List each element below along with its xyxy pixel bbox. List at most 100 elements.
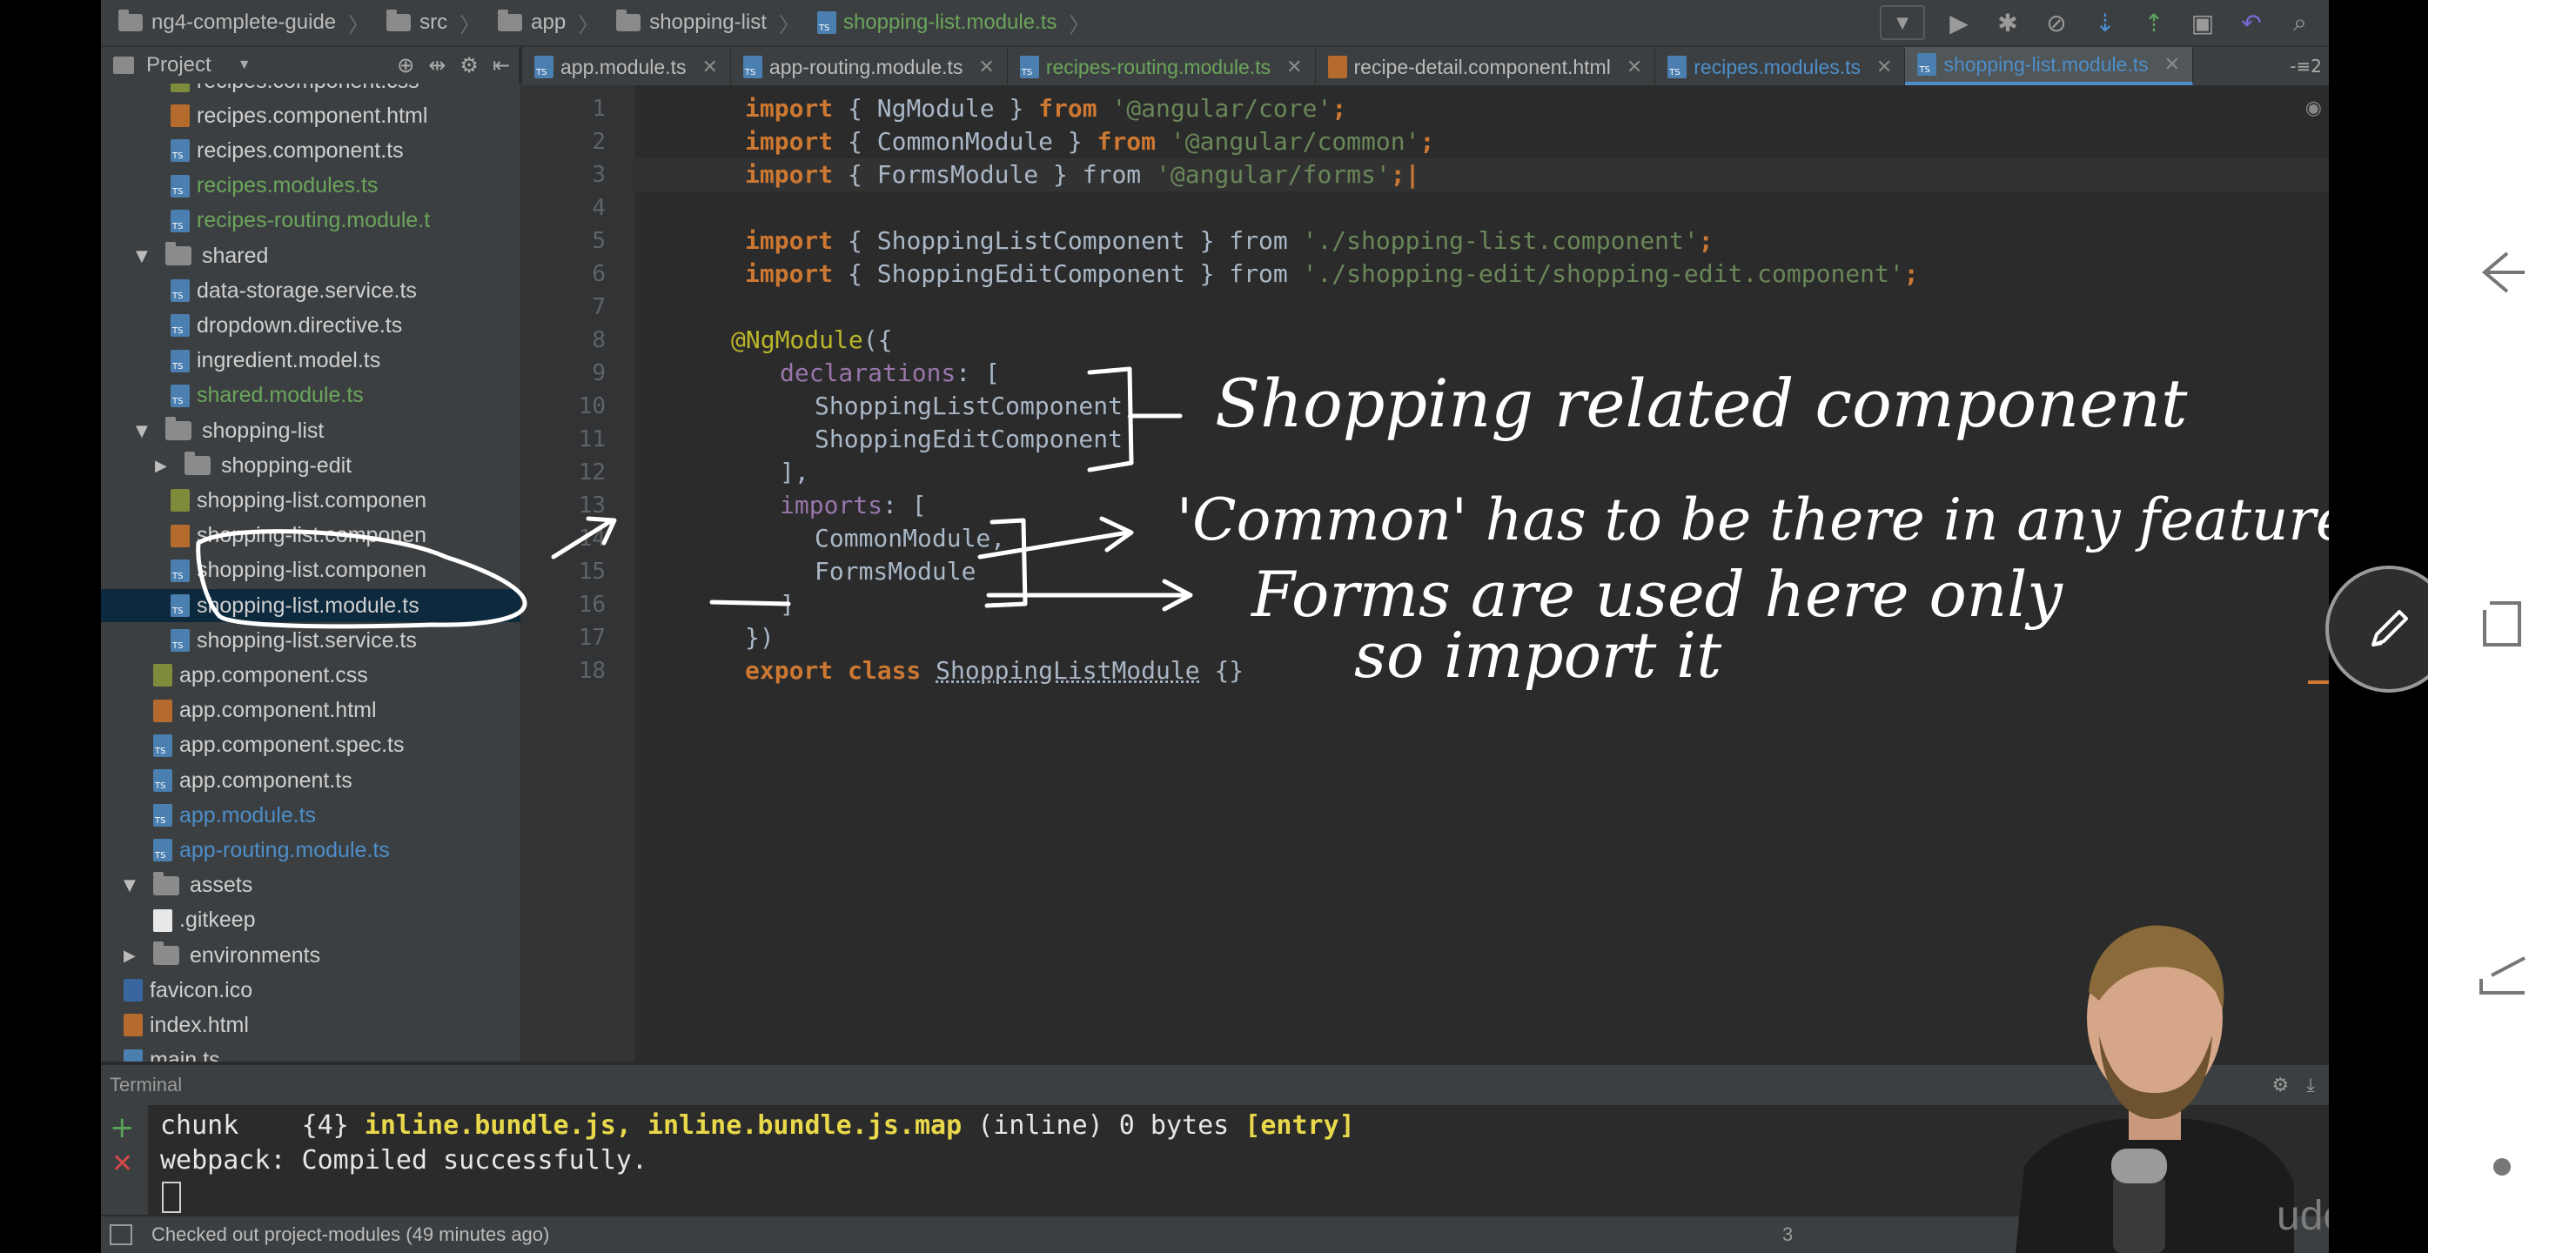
stop-icon[interactable]: ⊘ xyxy=(2042,8,2071,37)
tree-file[interactable]: shopping-list.componen xyxy=(101,554,520,587)
editor-tab[interactable]: recipe-detail.component.html ✕ xyxy=(1316,49,1656,85)
line-number: 12 xyxy=(578,459,606,486)
scroll-from-source-icon[interactable]: ⊕ xyxy=(397,53,414,77)
close-icon[interactable]: ✕ xyxy=(1627,57,1642,78)
tree-item-label: app.component.css xyxy=(179,662,368,687)
tree-folder[interactable]: ▶ environments xyxy=(101,939,520,972)
breadcrumb-shopping-list[interactable]: shopping-list 〉 xyxy=(616,8,800,38)
new-terminal-icon[interactable]: + xyxy=(110,1110,135,1145)
code-line-1: import { NgModule } from '@angular/core'… xyxy=(745,92,1346,125)
terminal-panel[interactable]: + ✕ chunk {4} inline.bundle.js, inline.b… xyxy=(101,1105,2329,1215)
ts-file-icon xyxy=(171,279,190,303)
hide-panel-icon[interactable]: ⇤ xyxy=(493,53,510,77)
close-icon[interactable]: ✕ xyxy=(978,57,994,78)
run-icon[interactable]: ▶ xyxy=(1944,8,1974,37)
vcs-compare-icon[interactable]: ▣ xyxy=(2188,8,2217,37)
collapse-all-icon[interactable]: ⇹ xyxy=(428,53,446,77)
chevron-down-icon[interactable]: ▼ xyxy=(238,57,252,73)
tab-overflow-count: 2 xyxy=(2311,56,2322,77)
chevron-right-icon[interactable]: ▶ xyxy=(124,947,143,965)
toggle-panels-icon[interactable] xyxy=(110,1224,132,1245)
code-token: import xyxy=(745,127,834,156)
tree-file[interactable]: shopping-list.componen xyxy=(101,484,520,517)
tree-file[interactable]: shopping-list.service.ts xyxy=(101,624,520,657)
hide-panel-icon[interactable]: ⤓ xyxy=(2306,1075,2315,1096)
code-token: { FormsModule } from xyxy=(833,160,1157,189)
tree-file[interactable]: shared.module.ts xyxy=(101,379,520,412)
tree-folder[interactable]: ▼ shopping-list xyxy=(101,414,520,447)
tree-file[interactable]: app.component.html xyxy=(101,694,520,727)
vcs-commit-icon[interactable]: ⇡ xyxy=(2139,8,2169,37)
close-icon[interactable]: ✕ xyxy=(2164,54,2180,76)
close-icon[interactable]: ✕ xyxy=(1876,57,1892,78)
search-icon[interactable]: ⌕ xyxy=(2285,8,2315,37)
editor-tab[interactable]: shopping-list.module.ts ✕ xyxy=(1905,47,2194,85)
ts-file-icon xyxy=(1019,56,1039,78)
code-token: ; xyxy=(1419,127,1435,156)
tree-file[interactable]: recipes.component.css xyxy=(101,84,520,97)
breadcrumb-app[interactable]: app 〉 xyxy=(498,8,599,38)
line-number: 8 xyxy=(592,327,606,353)
project-tree: recipes.component.css recipes.component.h… xyxy=(101,84,522,1062)
run-config-dropdown[interactable]: ▼ xyxy=(1880,5,1925,40)
vcs-update-icon[interactable]: ⇣ xyxy=(2090,8,2120,37)
tree-file[interactable]: app.component.css xyxy=(101,659,520,692)
tree-file[interactable]: index.html xyxy=(101,1008,520,1042)
tree-file[interactable]: dropdown.directive.ts xyxy=(101,309,520,342)
breadcrumb-file[interactable]: shopping-list.module.ts〉 xyxy=(816,8,1090,38)
debug-icon[interactable]: ✱ xyxy=(1993,8,2023,37)
tree-file[interactable]: app-routing.module.ts xyxy=(101,834,520,867)
code-token: : [ xyxy=(882,491,927,519)
home-icon[interactable] xyxy=(2472,945,2532,1006)
tree-file[interactable]: app.component.spec.ts xyxy=(101,729,520,762)
tree-file[interactable]: data-storage.service.ts xyxy=(101,274,520,307)
editor-tab[interactable]: app.module.ts ✕ xyxy=(522,49,731,85)
tree-file[interactable]: shopping-list.module.ts xyxy=(101,589,520,622)
tree-file[interactable]: recipes.component.html xyxy=(101,99,520,132)
vcs-revert-icon[interactable]: ↶ xyxy=(2237,8,2266,37)
tree-file[interactable]: favicon.ico xyxy=(101,974,520,1007)
eye-icon[interactable]: ◉ xyxy=(2305,97,2322,119)
close-icon[interactable]: ✕ xyxy=(701,57,717,78)
code-editor[interactable]: import { NgModule } from '@angular/core'… xyxy=(635,85,2329,1062)
html-file-icon xyxy=(124,1014,143,1037)
tree-file[interactable]: recipes.modules.ts xyxy=(101,170,520,203)
tree-file[interactable]: shopping-list.componen xyxy=(101,519,520,553)
tree-file[interactable]: .gitkeep xyxy=(101,904,520,937)
code-line-9: declarations: [ xyxy=(780,357,1000,390)
chevron-down-icon[interactable]: ▼ xyxy=(136,422,155,440)
tree-file[interactable]: main.ts xyxy=(101,1044,520,1062)
terminal-header: Terminal ⚙ ⤓ xyxy=(101,1065,2329,1105)
tree-file[interactable]: ingredient.model.ts xyxy=(101,345,520,378)
recents-icon[interactable] xyxy=(2472,593,2532,654)
back-icon[interactable] xyxy=(2472,242,2532,303)
tree-folder[interactable]: ▼ assets xyxy=(101,869,520,902)
tree-file[interactable]: recipes.component.ts xyxy=(101,134,520,167)
chevron-down-icon[interactable]: ▼ xyxy=(136,247,155,265)
html-file-icon xyxy=(1327,56,1347,78)
project-panel-title[interactable]: Project xyxy=(146,53,211,77)
close-terminal-icon[interactable]: ✕ xyxy=(111,1149,133,1179)
close-icon[interactable]: ✕ xyxy=(1286,57,1302,78)
tree-folder[interactable]: ▼ shared xyxy=(101,239,520,272)
editor-tab[interactable]: recipes-routing.module.ts ✕ xyxy=(1008,49,1316,85)
gear-icon[interactable]: ⚙ xyxy=(460,53,479,77)
editor-tab[interactable]: app-routing.module.ts ✕ xyxy=(731,49,1008,85)
tree-file[interactable]: app.component.ts xyxy=(101,764,520,797)
tab-overflow-button[interactable]: -≡2 xyxy=(2290,56,2329,77)
tree-folder[interactable]: ▶ shopping-edit xyxy=(101,449,520,482)
breadcrumb-project[interactable]: ng4-complete-guide 〉 xyxy=(118,8,369,38)
editor-tab[interactable]: recipes.modules.ts ✕ xyxy=(1655,49,1906,85)
folder-icon xyxy=(165,242,191,265)
tree-file[interactable]: app.module.ts xyxy=(101,799,520,832)
css-file-icon xyxy=(171,489,190,513)
line-number: 1 xyxy=(592,96,606,122)
folder-icon xyxy=(616,10,641,31)
code-token: '@angular/core' xyxy=(1097,94,1332,123)
chevron-down-icon[interactable]: ▼ xyxy=(124,876,143,895)
breadcrumb-src[interactable]: src 〉 xyxy=(386,8,480,38)
terminal-title[interactable]: Terminal xyxy=(110,1074,182,1096)
tree-file[interactable]: recipes-routing.module.t xyxy=(101,204,520,238)
chevron-right-icon[interactable]: ▶ xyxy=(155,457,174,475)
ts-file-icon xyxy=(742,56,762,78)
